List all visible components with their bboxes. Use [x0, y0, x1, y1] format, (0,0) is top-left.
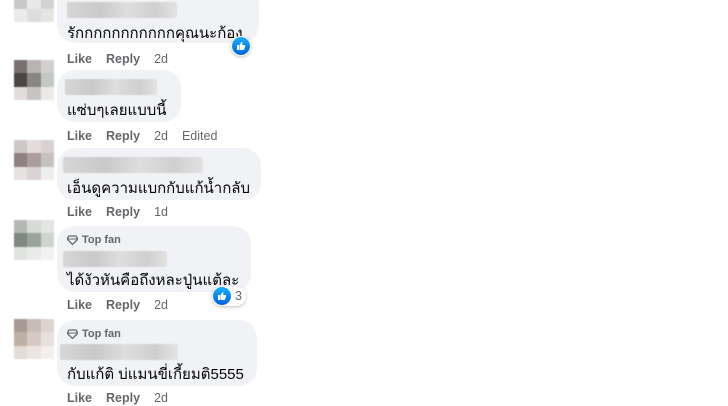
comment-bubble: รักกกกกกกกกกกคุณนะก้อง	[57, 0, 259, 43]
like-button[interactable]: Like	[67, 298, 92, 312]
timestamp[interactable]: 2d	[154, 298, 168, 312]
author-name[interactable]	[63, 251, 167, 267]
comment-actions: Like Reply 2d	[67, 391, 168, 405]
reply-button[interactable]: Reply	[106, 129, 140, 143]
top-fan-label: Top fan	[82, 234, 121, 246]
edited-label[interactable]: Edited	[182, 129, 217, 143]
avatar[interactable]	[14, 319, 54, 359]
avatar[interactable]	[14, 140, 54, 180]
avatar[interactable]	[14, 220, 54, 260]
comment-bubble: Top fan ได้งัวหันคือถึงหละปู่นแต้ละ	[57, 226, 251, 292]
reply-button[interactable]: Reply	[106, 298, 140, 312]
reaction-badge[interactable]: 3	[212, 286, 246, 306]
like-button[interactable]: Like	[67, 129, 92, 143]
comment-bubble: Top fan กับแก้ติ บ่แมนขี่เกี้ยมติ5555	[57, 320, 257, 386]
comment-text: รักกกกกกกกกกกคุณนะก้อง	[67, 25, 243, 42]
comment-bubble: เอ็นดูความแบกกับแก้น้ำกลับ	[57, 148, 261, 200]
comment-bubble: แซ่บๆเลยแบบนี้	[57, 70, 181, 122]
author-name[interactable]	[65, 79, 157, 95]
like-button[interactable]: Like	[67, 205, 92, 219]
like-icon	[213, 287, 231, 305]
comment-actions: Like Reply 1d	[67, 205, 168, 219]
comment-text: แซ่บๆเลยแบบนี้	[67, 102, 167, 119]
reply-button[interactable]: Reply	[106, 205, 140, 219]
timestamp[interactable]: 2d	[154, 129, 168, 143]
reply-button[interactable]: Reply	[106, 391, 140, 405]
comment-text: เอ็นดูความแบกกับแก้น้ำกลับ	[67, 180, 250, 197]
comment-actions: Like Reply 2d	[67, 298, 168, 312]
timestamp[interactable]: 2d	[154, 391, 168, 405]
avatar[interactable]	[14, 60, 54, 100]
author-name[interactable]	[67, 2, 177, 18]
author-name[interactable]	[63, 157, 203, 173]
diamond-icon	[67, 235, 78, 245]
comment-actions: Like Reply 2d Edited	[67, 129, 217, 143]
reaction-count: 3	[235, 289, 242, 303]
like-icon	[232, 37, 250, 55]
comment-actions: Like Reply 2d	[67, 52, 168, 66]
like-button[interactable]: Like	[67, 391, 92, 405]
like-button[interactable]: Like	[67, 52, 92, 66]
top-fan-label: Top fan	[82, 328, 121, 340]
top-fan-badge[interactable]: Top fan	[67, 234, 121, 246]
avatar[interactable]	[14, 0, 54, 22]
reaction-badge[interactable]	[231, 36, 251, 56]
timestamp[interactable]: 2d	[154, 52, 168, 66]
reply-button[interactable]: Reply	[106, 52, 140, 66]
comment-text: กับแก้ติ บ่แมนขี่เกี้ยมติ5555	[67, 366, 244, 383]
author-name[interactable]	[60, 344, 178, 360]
timestamp[interactable]: 1d	[154, 205, 168, 219]
top-fan-badge[interactable]: Top fan	[67, 328, 121, 340]
diamond-icon	[67, 329, 78, 339]
comment-text: ได้งัวหันคือถึงหละปู่นแต้ละ	[67, 272, 240, 289]
